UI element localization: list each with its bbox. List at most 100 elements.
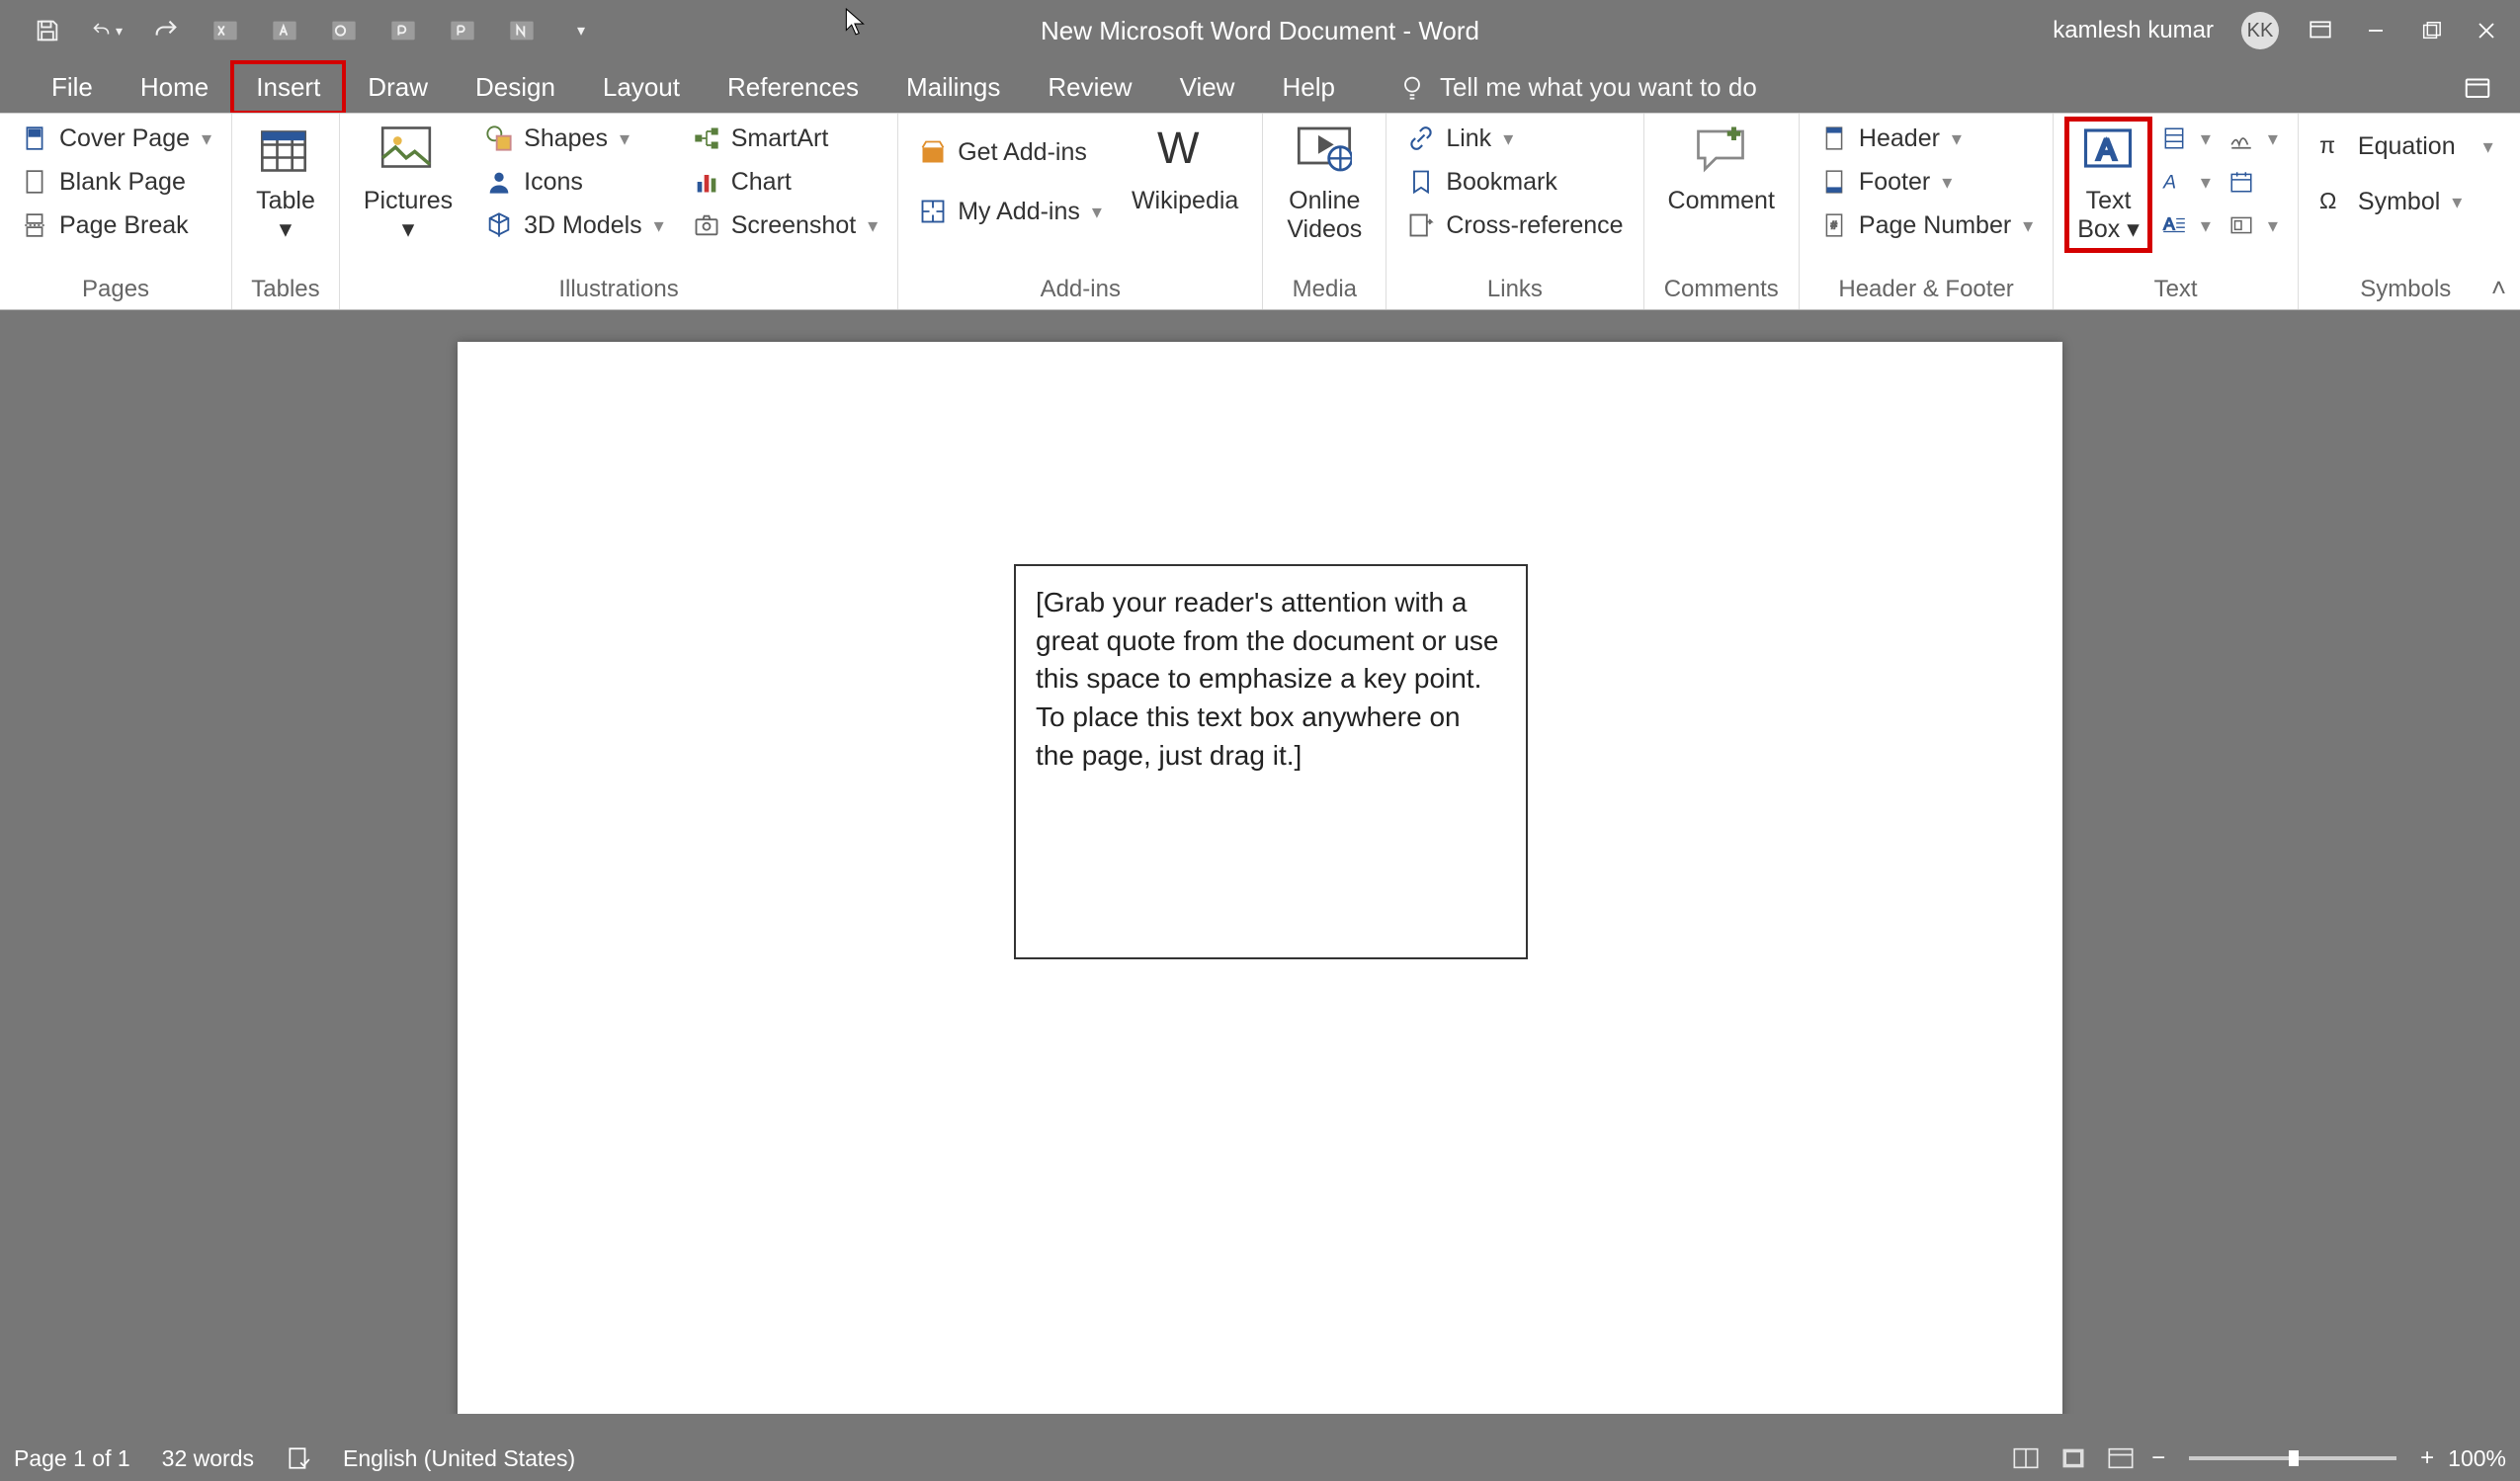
word-count[interactable]: 32 words [162, 1445, 254, 1472]
tab-file[interactable]: File [28, 62, 117, 113]
redo-icon[interactable] [150, 15, 182, 46]
chart-label: Chart [731, 168, 792, 197]
media-group-label: Media [1277, 276, 1372, 309]
text-box-button[interactable]: A Text Box ▾ [2067, 120, 2149, 250]
spellcheck-icon[interactable] [286, 1445, 311, 1471]
symbol-label: Symbol [2358, 188, 2440, 216]
chart-icon [692, 167, 721, 197]
tab-review[interactable]: Review [1024, 62, 1155, 113]
wikipedia-button[interactable]: W Wikipedia [1122, 120, 1248, 221]
group-addins: Get Add-ins My Add-ins▾ W Wikipedia Add-… [898, 114, 1263, 309]
symbol-button[interactable]: ΩSymbol▾ [2312, 183, 2499, 220]
3d-models-button[interactable]: 3D Models▾ [478, 206, 670, 244]
page-break-button[interactable]: Page Break [14, 206, 217, 244]
bookmark-button[interactable]: Bookmark [1400, 163, 1629, 201]
language-indicator[interactable]: English (United States) [343, 1445, 575, 1472]
footer-button[interactable]: Footer▾ [1813, 163, 2039, 201]
table-button[interactable]: Table▾ [246, 120, 325, 250]
cross-reference-button[interactable]: Cross-reference [1400, 206, 1629, 244]
tab-insert[interactable]: Insert [232, 62, 344, 113]
titlebar-right: kamlesh kumar KK [2053, 12, 2500, 49]
zoom-value[interactable]: 100% [2448, 1445, 2506, 1472]
smartart-label: SmartArt [731, 124, 829, 153]
object-button[interactable]: ▾ [2221, 206, 2284, 244]
zoom-slider-thumb[interactable] [2289, 1450, 2299, 1466]
tab-draw[interactable]: Draw [344, 62, 452, 113]
print-layout-icon[interactable] [2057, 1443, 2090, 1473]
tab-home[interactable]: Home [117, 62, 232, 113]
get-addins-label: Get Add-ins [958, 138, 1087, 167]
tab-layout[interactable]: Layout [579, 62, 704, 113]
text-box-icon: A [2081, 125, 2137, 181]
link-button[interactable]: Link▾ [1400, 120, 1629, 157]
web-layout-icon[interactable] [2104, 1443, 2138, 1473]
zoom-in-button[interactable]: + [2420, 1444, 2434, 1472]
tab-mailings[interactable]: Mailings [882, 62, 1024, 113]
ribbon-options-icon[interactable] [2307, 17, 2334, 44]
symbol-icon: Ω [2318, 187, 2348, 216]
zoom-slider[interactable] [2189, 1456, 2396, 1460]
svg-text:A: A [2162, 172, 2176, 194]
pictures-button[interactable]: Pictures▾ [354, 120, 462, 250]
screenshot-button[interactable]: Screenshot▾ [686, 206, 884, 244]
drop-cap-button[interactable]: A▾ [2153, 206, 2217, 244]
online-videos-button[interactable]: Online Videos [1277, 120, 1372, 250]
date-time-button[interactable] [2221, 163, 2284, 201]
zoom-out-button[interactable]: − [2151, 1444, 2165, 1472]
close-icon[interactable] [2473, 17, 2500, 44]
save-icon[interactable] [32, 15, 63, 46]
quick-parts-button[interactable]: ▾ [2153, 120, 2217, 157]
wordart-button[interactable]: A▾ [2153, 163, 2217, 201]
smartart-button[interactable]: SmartArt [686, 120, 884, 157]
header-button[interactable]: Header▾ [1813, 120, 2039, 157]
powerpoint-icon[interactable] [387, 15, 419, 46]
screenshot-label: Screenshot [731, 211, 856, 240]
date-time-icon [2226, 167, 2256, 197]
access-icon[interactable] [269, 15, 300, 46]
maximize-icon[interactable] [2417, 17, 2445, 44]
collapse-ribbon-icon[interactable]: ˄ [2491, 273, 2506, 303]
tab-references[interactable]: References [704, 62, 882, 113]
chart-button[interactable]: Chart [686, 163, 884, 201]
page-indicator[interactable]: Page 1 of 1 [14, 1445, 130, 1472]
svg-text:A: A [2163, 213, 2175, 233]
minimize-icon[interactable] [2362, 17, 2390, 44]
headerfooter-group-label: Header & Footer [1813, 276, 2039, 309]
header-label: Header [1859, 124, 1940, 153]
tab-view[interactable]: View [1156, 62, 1259, 113]
undo-icon[interactable]: ▾ [91, 15, 123, 46]
shapes-button[interactable]: Shapes▾ [478, 120, 670, 157]
signature-line-button[interactable]: ▾ [2221, 120, 2284, 157]
wikipedia-label: Wikipedia [1132, 187, 1238, 215]
text-box-content[interactable]: [Grab your reader's attention with a gre… [1036, 584, 1506, 775]
user-avatar[interactable]: KK [2241, 12, 2279, 49]
get-addins-button[interactable]: Get Add-ins [912, 133, 1108, 171]
tab-design[interactable]: Design [452, 62, 579, 113]
drop-cap-icon: A [2159, 210, 2189, 240]
group-header-footer: Header▾ Footer▾ #Page Number▾ Header & F… [1800, 114, 2054, 309]
publisher-icon[interactable] [447, 15, 478, 46]
equation-button[interactable]: πEquation▾ [2312, 127, 2499, 165]
cover-page-button[interactable]: Cover Page▾ [14, 120, 217, 157]
document-page[interactable]: [Grab your reader's attention with a gre… [458, 342, 2062, 1414]
tell-me-label: Tell me what you want to do [1440, 72, 1757, 103]
tab-help[interactable]: Help [1258, 62, 1358, 113]
qat-customize-icon[interactable]: ▾ [565, 15, 597, 46]
blank-page-icon [20, 167, 49, 197]
comment-button[interactable]: Comment [1658, 120, 1785, 221]
share-icon[interactable] [2463, 72, 2492, 102]
my-addins-button[interactable]: My Add-ins▾ [912, 193, 1108, 230]
group-illustrations: Pictures▾ Shapes▾ Icons 3D Models▾ Smart… [340, 114, 898, 309]
read-mode-icon[interactable] [2009, 1443, 2043, 1473]
icons-button[interactable]: Icons [478, 163, 670, 201]
tell-me-search[interactable]: Tell me what you want to do [1398, 72, 1757, 103]
signature-icon [2226, 123, 2256, 153]
onenote-icon[interactable] [506, 15, 538, 46]
blank-page-button[interactable]: Blank Page [14, 163, 217, 201]
text-group-label: Text [2067, 276, 2284, 309]
page-number-button[interactable]: #Page Number▾ [1813, 206, 2039, 244]
inserted-text-box[interactable]: [Grab your reader's attention with a gre… [1014, 564, 1528, 959]
bookmark-label: Bookmark [1446, 168, 1557, 197]
outlook-icon[interactable] [328, 15, 360, 46]
excel-icon[interactable] [210, 15, 241, 46]
